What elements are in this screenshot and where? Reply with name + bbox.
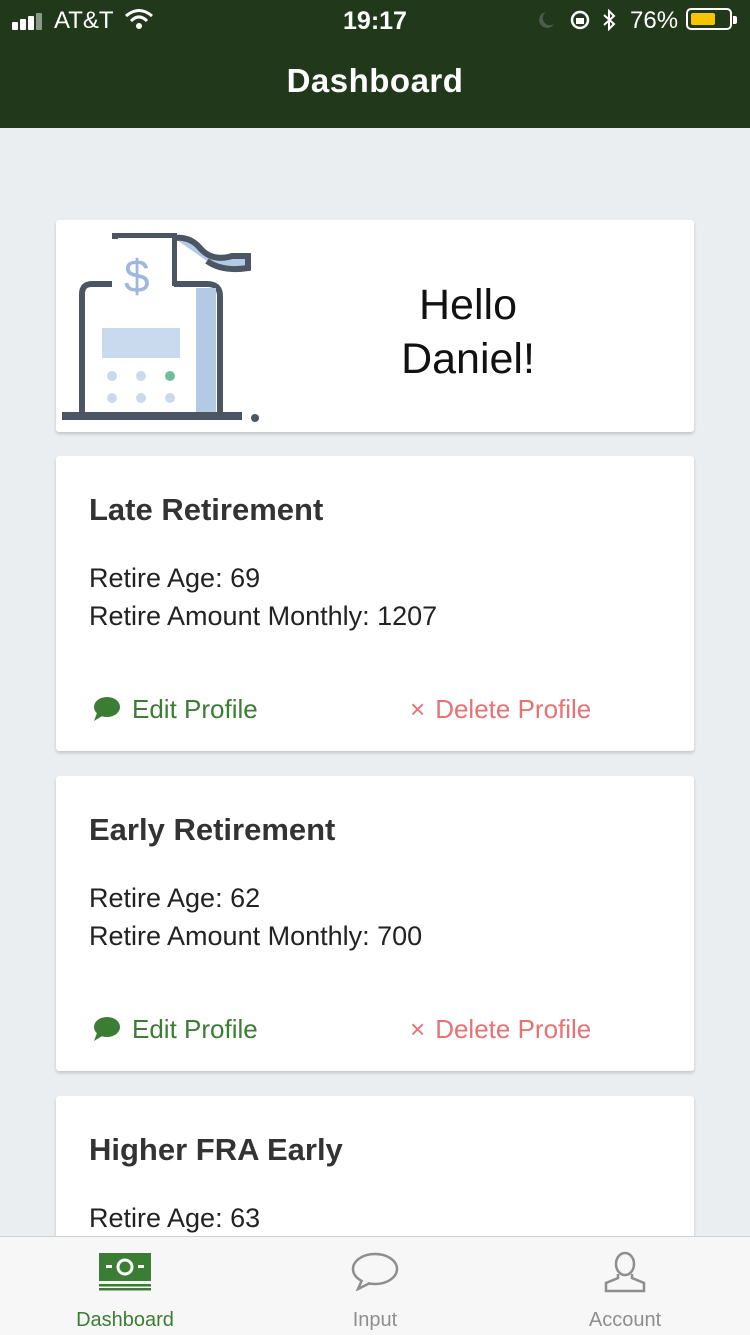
retire-age: Retire Age: 63 [89,1203,261,1233]
delete-profile-label: Delete Profile [435,693,592,724]
profile-card: Early Retirement Retire Age: 62 Retire A… [56,776,694,1071]
user-icon [604,1251,646,1293]
greeting-text: Hello Daniel! [401,281,535,383]
battery-icon [686,8,737,30]
battery-percent: 76% [630,7,679,34]
profile-title: Late Retirement [89,492,324,527]
profile-card: Late Retirement Retire Age: 69 Retire Am… [56,456,694,751]
tab-label: Dashboard [76,1309,174,1331]
tab-account[interactable]: Account [500,1237,750,1335]
chat-icon [94,697,120,721]
top-bar: AT&T 19:17 76% Dashboard [0,0,750,128]
tab-dashboard[interactable]: Dashboard [0,1237,250,1335]
retire-amount: Retire Amount Monthly: 700 [89,921,423,951]
page-title: Dashboard [286,62,464,99]
money-icon [99,1253,151,1291]
svg-text:$: $ [124,250,150,302]
cash-register-icon: $ [62,233,259,422]
edit-profile-label: Edit Profile [132,1013,258,1044]
tab-label: Input [352,1309,398,1331]
retire-age: Retire Age: 62 [89,883,261,913]
close-icon: × [410,1013,426,1044]
delete-profile-label: Delete Profile [435,1013,592,1044]
status-bar: AT&T 19:17 76% [0,0,750,40]
speech-bubble-icon [351,1252,399,1291]
edit-profile-button[interactable]: Edit Profile [92,1012,258,1046]
system-status-icons [539,9,616,31]
chat-icon [94,1017,120,1041]
tab-bar: Dashboard Input Account [0,1236,750,1335]
tab-input[interactable]: Input [250,1237,500,1335]
edit-profile-label: Edit Profile [132,693,258,724]
delete-profile-button[interactable]: × Delete Profile [410,692,591,726]
delete-profile-button[interactable]: × Delete Profile [410,1012,591,1046]
retire-amount: Retire Amount Monthly: 1207 [89,601,438,631]
edit-profile-button[interactable]: Edit Profile [92,692,258,726]
close-icon: × [410,693,426,724]
profile-title: Higher FRA Early [89,1132,343,1167]
profile-title: Early Retirement [89,812,336,847]
retire-age: Retire Age: 69 [89,563,261,593]
tab-label: Account [588,1309,662,1331]
